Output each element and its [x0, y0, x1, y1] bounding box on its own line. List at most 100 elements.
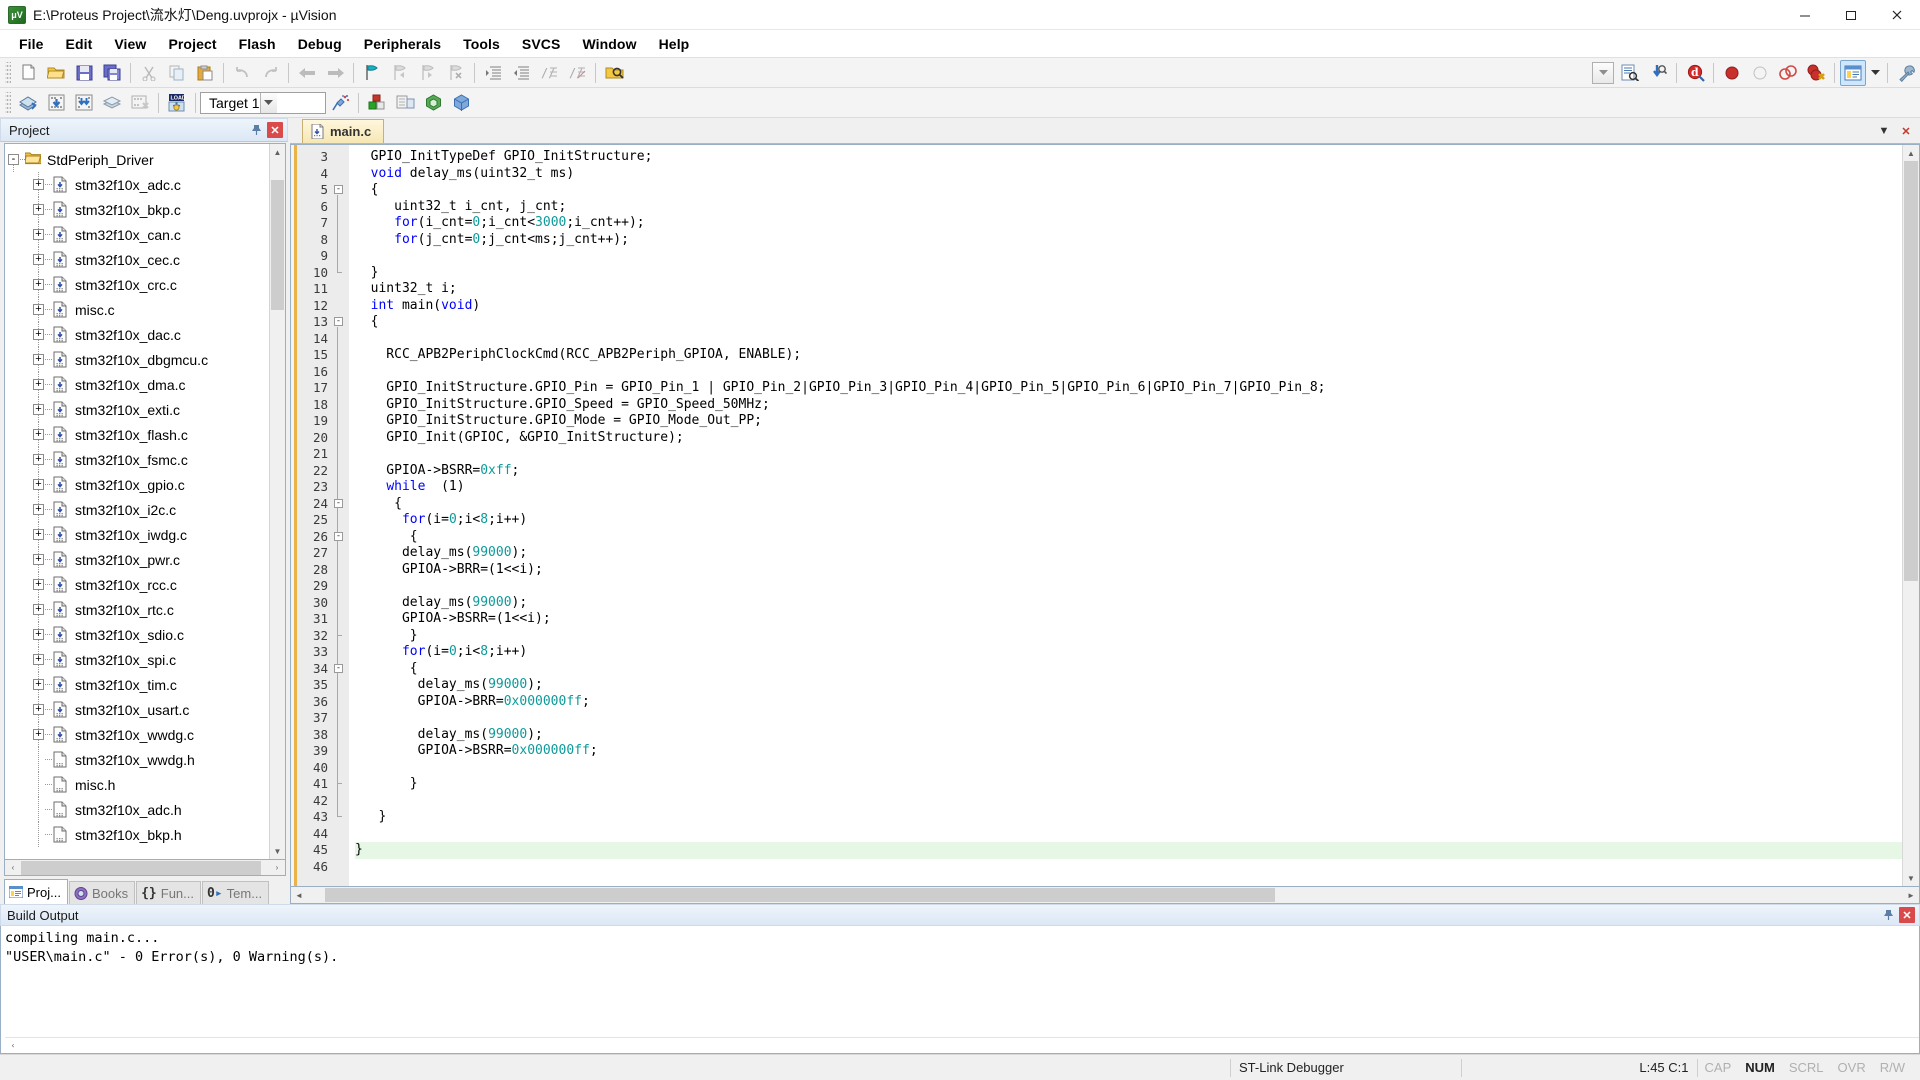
select-software-packs-icon[interactable] — [448, 90, 474, 116]
vscroll-thumb[interactable] — [271, 180, 284, 310]
code-line[interactable]: delay_ms(99000); — [355, 727, 1902, 744]
fold-collapse-icon[interactable]: - — [334, 498, 343, 508]
code-text[interactable]: GPIO_InitTypeDef GPIO_InitStructure; voi… — [349, 145, 1902, 886]
save-icon[interactable] — [71, 60, 97, 86]
build-close-icon[interactable]: ✕ — [1899, 907, 1915, 923]
code-line[interactable]: { — [355, 182, 1902, 199]
paste-icon[interactable] — [192, 60, 218, 86]
menu-help[interactable]: Help — [648, 32, 701, 56]
project-tree[interactable]: - StdPeriph_Driver + stm32f10x_adc.c + stm32f… — [5, 144, 269, 859]
expand-icon[interactable]: + — [33, 729, 44, 740]
code-editor-body[interactable]: 3 4 5 6 7 8 9 10 11 12 13 14 15 16 17 18 19 20 21 22 23 24 25 2… — [291, 145, 1902, 886]
tree-item[interactable]: + stm32f10x_dac.c — [5, 322, 269, 347]
minimize-button[interactable] — [1782, 0, 1828, 30]
expand-icon[interactable]: + — [33, 179, 44, 190]
build-icon[interactable] — [43, 90, 69, 116]
hscroll-thumb[interactable] — [21, 860, 261, 875]
editor-vscroll-thumb[interactable] — [1904, 161, 1918, 581]
code-line[interactable] — [355, 793, 1902, 810]
pin-icon[interactable] — [247, 121, 265, 139]
code-line[interactable]: GPIO_InitStructure.GPIO_Mode = GPIO_Mode… — [355, 413, 1902, 430]
code-line[interactable] — [355, 710, 1902, 727]
batch-build-icon[interactable] — [99, 90, 125, 116]
editor-hscroll-track[interactable] — [307, 888, 1903, 902]
tree-item[interactable]: + stm32f10x_iwdg.c — [5, 522, 269, 547]
target-options-icon[interactable] — [364, 90, 390, 116]
translate-icon[interactable] — [15, 90, 41, 116]
code-line[interactable] — [355, 826, 1902, 843]
code-line[interactable]: { — [355, 314, 1902, 331]
code-line[interactable]: GPIOA->BSRR=(1<<i); — [355, 611, 1902, 628]
expand-icon[interactable]: + — [33, 579, 44, 590]
expand-icon[interactable]: + — [33, 479, 44, 490]
maximize-button[interactable] — [1828, 0, 1874, 30]
bookmark-toggle-icon[interactable] — [359, 60, 385, 86]
code-line[interactable]: for(i=0;i<8;i++) — [355, 644, 1902, 661]
copy-icon[interactable] — [164, 60, 190, 86]
tab-close-icon[interactable]: ✕ — [1898, 123, 1914, 139]
editor-scroll-up-icon[interactable]: ▲ — [1903, 145, 1919, 161]
tree-item[interactable]: + stm32f10x_exti.c — [5, 397, 269, 422]
tab-books[interactable]: Books — [68, 881, 136, 904]
code-line[interactable]: { — [355, 496, 1902, 513]
hscroll-track[interactable] — [21, 860, 269, 875]
code-line[interactable] — [355, 248, 1902, 265]
expand-icon[interactable]: + — [33, 429, 44, 440]
code-line[interactable]: GPIO_InitStructure.GPIO_Speed = GPIO_Spe… — [355, 397, 1902, 414]
menu-file[interactable]: File — [8, 32, 55, 56]
code-line[interactable]: } — [355, 776, 1902, 793]
code-line[interactable]: { — [355, 661, 1902, 678]
editor-vscroll-track[interactable] — [1903, 161, 1919, 870]
tree-item[interactable]: + stm32f10x_bkp.c — [5, 197, 269, 222]
code-line[interactable]: for(i=0;i<8;i++) — [355, 512, 1902, 529]
code-line[interactable]: while (1) — [355, 479, 1902, 496]
tree-item[interactable]: + stm32f10x_cec.c — [5, 247, 269, 272]
code-line[interactable]: GPIO_InitStructure.GPIO_Pin = GPIO_Pin_1… — [355, 380, 1902, 397]
code-line[interactable]: void delay_ms(uint32_t ms) — [355, 166, 1902, 183]
build-output-hscrollbar[interactable]: ‹ — [5, 1037, 1919, 1053]
editor-scroll-down-icon[interactable]: ▼ — [1903, 870, 1919, 886]
tree-item[interactable]: + stm32f10x_pwr.c — [5, 547, 269, 572]
navigate-forward-icon[interactable] — [322, 60, 348, 86]
cut-icon[interactable] — [136, 60, 162, 86]
expand-icon[interactable]: + — [33, 654, 44, 665]
expand-icon[interactable]: + — [33, 679, 44, 690]
tree-item[interactable]: + stm32f10x_rtc.c — [5, 597, 269, 622]
build-hscroll-left-icon[interactable]: ‹ — [5, 1039, 21, 1053]
target-select[interactable]: Target 1 — [200, 91, 326, 114]
tree-item[interactable]: + stm32f10x_gpio.c — [5, 472, 269, 497]
breakpoint-disable-all-icon[interactable] — [1775, 60, 1801, 86]
bookmark-prev-icon[interactable] — [387, 60, 413, 86]
tree-item[interactable]: + stm32f10x_crc.c — [5, 272, 269, 297]
menu-project[interactable]: Project — [157, 32, 227, 56]
menu-flash[interactable]: Flash — [228, 32, 287, 56]
menu-edit[interactable]: Edit — [55, 32, 104, 56]
tab-functions[interactable]: {} Fun... — [136, 881, 202, 904]
run-env-icon[interactable] — [420, 90, 446, 116]
fold-collapse-icon[interactable]: - — [334, 663, 343, 673]
breakpoint-enable-icon[interactable] — [1747, 60, 1773, 86]
expand-icon[interactable]: + — [33, 554, 44, 565]
expand-icon[interactable]: + — [33, 204, 44, 215]
expand-icon[interactable]: + — [33, 629, 44, 640]
code-fold-gutter[interactable]: - - - - - — [333, 145, 349, 886]
tree-item[interactable]: stm32f10x_adc.h — [5, 797, 269, 822]
editor-vscrollbar[interactable]: ▲ ▼ — [1902, 145, 1919, 886]
expand-icon[interactable]: + — [33, 529, 44, 540]
expand-icon[interactable]: + — [33, 404, 44, 415]
download-icon[interactable]: LOAD — [164, 90, 190, 116]
tree-item[interactable]: + misc.c — [5, 297, 269, 322]
tab-project[interactable]: Proj... — [4, 879, 68, 904]
undo-icon[interactable] — [229, 60, 255, 86]
breakpoint-insert-icon[interactable] — [1719, 60, 1745, 86]
tree-item[interactable]: stm32f10x_wwdg.h — [5, 747, 269, 772]
stop-build-icon[interactable] — [127, 90, 153, 116]
incremental-find-icon[interactable] — [1645, 60, 1671, 86]
expand-icon[interactable]: + — [33, 329, 44, 340]
code-line[interactable]: GPIOA->BRR=(1<<i); — [355, 562, 1902, 579]
manage-windows-icon[interactable] — [1840, 59, 1866, 86]
expand-icon[interactable]: + — [33, 704, 44, 715]
tree-item[interactable]: + stm32f10x_sdio.c — [5, 622, 269, 647]
manage-windows-dropdown-icon[interactable] — [1868, 60, 1882, 86]
menu-view[interactable]: View — [103, 32, 157, 56]
